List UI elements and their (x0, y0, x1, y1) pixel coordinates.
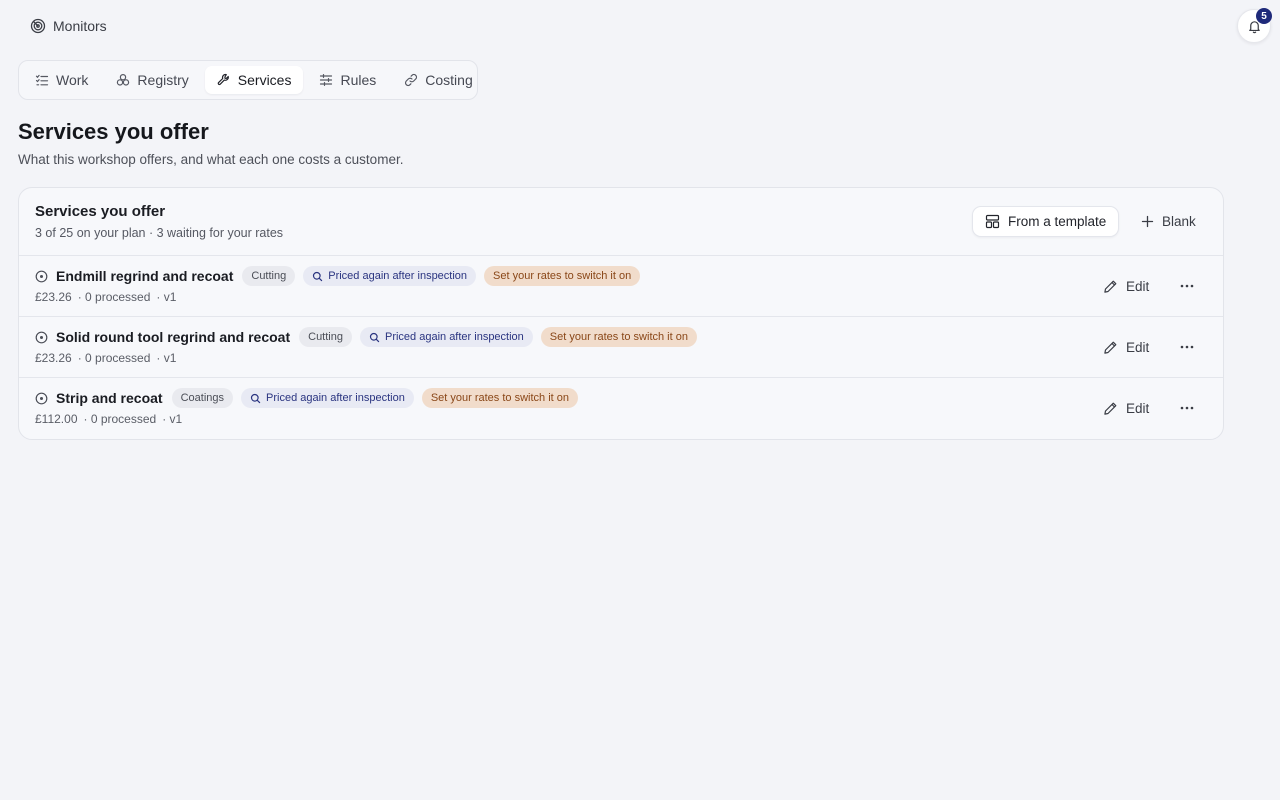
services-card-header: Services you offer 3 of 25 on your plan … (19, 188, 1223, 256)
service-processed: · 0 processed (83, 412, 157, 426)
category-badge: Cutting (242, 266, 296, 286)
pencil-icon (1104, 402, 1117, 415)
edit-button[interactable]: Edit (1103, 275, 1149, 297)
service-version: · v1 (156, 290, 177, 304)
blank-button[interactable]: Blank (1139, 206, 1198, 237)
pencil-icon (1104, 341, 1117, 354)
tab-registry[interactable]: Registry (104, 66, 200, 94)
notification-count-badge: 5 (1256, 8, 1272, 24)
inspection-badge: Priced again after inspection (303, 266, 477, 286)
more-options-button[interactable] (1175, 397, 1199, 419)
page-subtitle: What this workshop offers, and what each… (18, 152, 404, 167)
edit-label: Edit (1126, 278, 1150, 294)
main-tabs: Work Registry Services Rules Costing (18, 60, 478, 100)
service-price: £23.26 (35, 351, 72, 365)
service-row[interactable]: Solid round tool regrind and recoat Cutt… (19, 317, 1223, 378)
card-title: Services you offer (35, 203, 166, 220)
tab-rules[interactable]: Rules (307, 66, 388, 94)
sliders-icon (320, 74, 333, 86)
plus-icon (1141, 215, 1154, 228)
tab-rules-label: Rules (340, 72, 377, 88)
blank-label: Blank (1162, 214, 1196, 229)
inspection-badge-label: Priced again after inspection (328, 270, 468, 282)
service-row[interactable]: Strip and recoat Coatings Priced again a… (19, 378, 1223, 439)
wrench-icon (217, 73, 229, 86)
service-price: £112.00 (35, 412, 78, 426)
tab-work[interactable]: Work (23, 66, 100, 94)
link-icon (405, 73, 418, 87)
list-check-icon (35, 74, 49, 86)
edit-button[interactable]: Edit (1103, 397, 1149, 419)
inspection-badge-label: Priced again after inspection (266, 392, 405, 404)
rates-warning-badge: Set your rates to switch it on (540, 327, 697, 347)
tab-work-label: Work (56, 72, 89, 88)
page-title: Services you offer (18, 119, 209, 144)
more-options-button[interactable] (1175, 275, 1199, 297)
inspection-badge: Priced again after inspection (359, 327, 533, 347)
brand-label: Monitors (53, 18, 107, 34)
status-pending-icon (35, 392, 48, 404)
from-template-button[interactable]: From a template (972, 206, 1120, 237)
tab-services[interactable]: Services (204, 66, 304, 94)
category-badge: Cutting (299, 327, 352, 347)
cubes-icon (117, 73, 130, 86)
status-pending-icon (35, 270, 48, 282)
service-processed: · 0 processed (77, 290, 151, 304)
more-options-button[interactable] (1175, 336, 1199, 358)
tab-services-label: Services (237, 72, 292, 88)
brand[interactable]: Monitors (30, 18, 107, 34)
more-horizontal-icon (1180, 406, 1194, 410)
edit-label: Edit (1126, 400, 1150, 416)
category-badge: Coatings (171, 388, 234, 408)
tab-registry-label: Registry (137, 72, 189, 88)
edit-button[interactable]: Edit (1103, 336, 1149, 358)
radar-icon (30, 18, 46, 34)
service-version: · v1 (162, 412, 183, 426)
magnify-icon (250, 393, 261, 403)
status-pending-icon (35, 331, 48, 343)
service-row[interactable]: Endmill regrind and recoat Cutting Price… (19, 256, 1223, 317)
card-meta: 3 of 25 on your plan · 3 waiting for you… (35, 226, 284, 240)
notifications-button[interactable]: 5 (1237, 8, 1272, 43)
edit-label: Edit (1126, 339, 1150, 355)
service-version: · v1 (156, 351, 177, 365)
service-name: Endmill regrind and recoat (56, 268, 234, 284)
service-name: Strip and recoat (56, 390, 163, 406)
pencil-icon (1104, 280, 1117, 293)
tab-costing-label: Costing (425, 72, 473, 88)
magnify-icon (313, 271, 323, 281)
rates-warning-badge: Set your rates to switch it on (421, 388, 578, 408)
template-icon (985, 214, 1000, 229)
service-name: Solid round tool regrind and recoat (56, 329, 291, 345)
more-horizontal-icon (1180, 284, 1194, 288)
rates-warning-badge: Set your rates to switch it on (484, 266, 641, 286)
inspection-badge: Priced again after inspection (241, 388, 414, 408)
tab-costing[interactable]: Costing (392, 66, 484, 94)
more-horizontal-icon (1180, 345, 1194, 349)
magnify-icon (369, 332, 380, 342)
service-price: £23.26 (35, 290, 72, 304)
services-card: Services you offer 3 of 25 on your plan … (18, 187, 1224, 440)
service-processed: · 0 processed (77, 351, 151, 365)
from-template-label: From a template (1008, 214, 1107, 229)
inspection-badge-label: Priced again after inspection (384, 331, 524, 343)
